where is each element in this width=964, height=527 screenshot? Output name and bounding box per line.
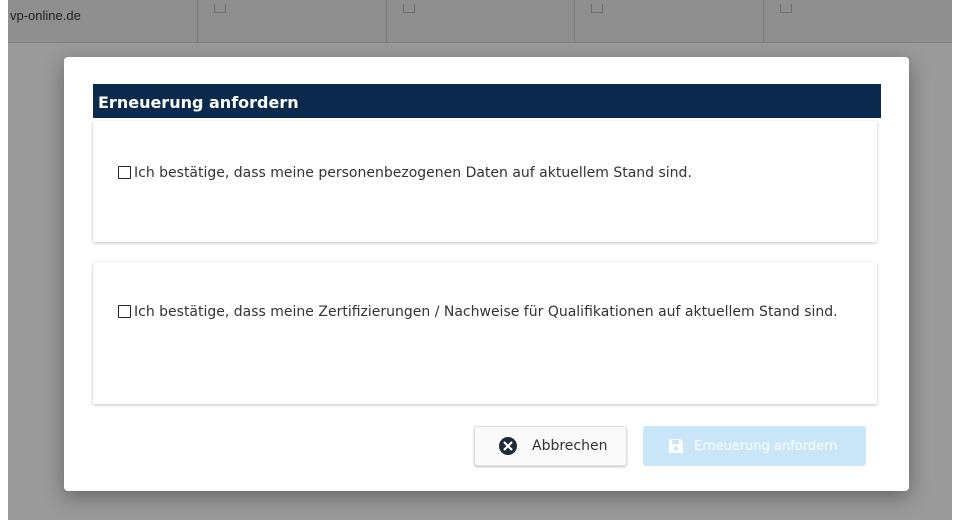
renewal-dialog: Erneuerung anfordern Ich bestätige, dass… [64, 57, 909, 491]
personal-data-label: Ich bestätige, dass meine personenbezoge… [134, 165, 692, 181]
background-cell [198, 0, 387, 42]
request-renewal-label: Erneuerung anfordern [694, 438, 838, 454]
background-cell [575, 0, 764, 42]
confirm-row-certifications: Ich bestätige, dass meine Zertifizierung… [118, 302, 847, 322]
confirm-card-personal-data: Ich bestätige, dass meine personenbezoge… [93, 121, 877, 242]
confirm-card-certifications: Ich bestätige, dass meine Zertifizierung… [93, 262, 877, 404]
background-checkbox [402, 4, 415, 13]
background-checkbox [591, 4, 604, 13]
cancel-button[interactable]: Abbrechen [474, 426, 627, 466]
background-cell-url: vp-online.de [8, 0, 199, 42]
certifications-label: Ich bestätige, dass meine Zertifizierung… [134, 304, 838, 320]
background-url-text: vp-online.de [10, 8, 81, 23]
certifications-checkbox[interactable] [118, 305, 131, 318]
background-checkbox [214, 4, 227, 13]
background-table-row: vp-online.de [8, 0, 952, 43]
background-checkbox [779, 4, 792, 13]
dialog-title: Erneuerung anfordern [93, 84, 881, 118]
request-renewal-button[interactable]: Erneuerung anfordern [643, 426, 866, 466]
personal-data-checkbox[interactable] [118, 166, 131, 179]
background-cell [764, 0, 952, 42]
cancel-button-label: Abbrechen [532, 438, 608, 454]
background-cell [387, 0, 576, 42]
confirm-row-personal-data: Ich bestätige, dass meine personenbezoge… [118, 163, 847, 183]
close-circle-icon [499, 437, 517, 455]
save-icon [669, 439, 683, 453]
